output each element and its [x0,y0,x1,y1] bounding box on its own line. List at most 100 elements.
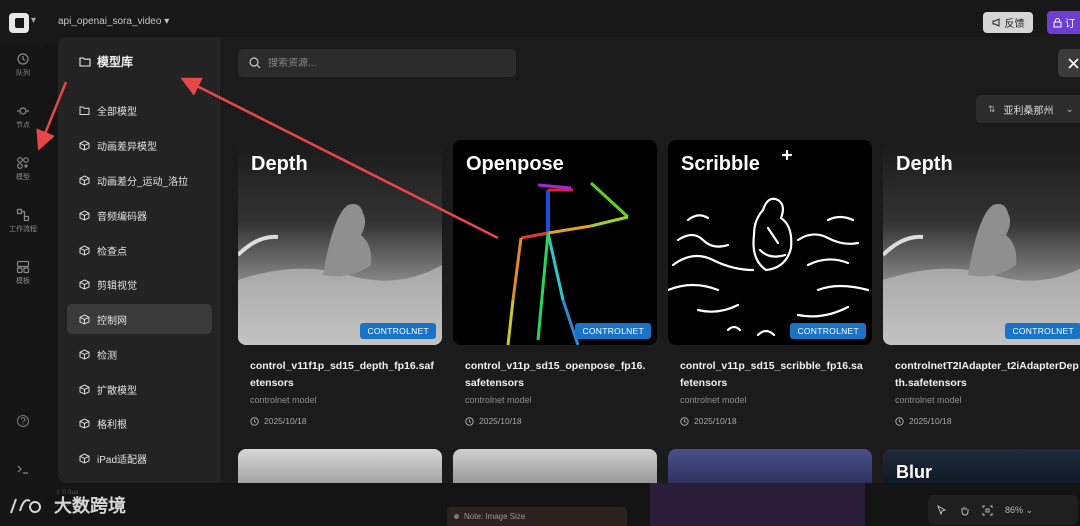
rail-item-workflow[interactable]: 工作流程 [0,208,46,234]
template-icon [16,260,30,274]
type-badge: CONTROLNET [1005,323,1080,339]
clock-icon [465,416,474,426]
search-icon [249,57,261,69]
model-card[interactable]: Blur [883,449,1080,483]
close-button[interactable] [1058,49,1080,77]
app-logo[interactable] [9,13,29,33]
cube-icon [79,278,90,290]
rail-item-templates[interactable]: 模板 [0,260,46,286]
rail-item-models[interactable]: 模型 [0,156,46,182]
chevron-down-icon[interactable]: ▾ [31,15,36,26]
search-input[interactable] [268,57,488,69]
type-badge: CONTROLNET [790,323,866,339]
type-badge: CONTROLNET [575,323,651,339]
cube-icon [79,452,90,464]
model-card[interactable]: Depth CONTROLNET control_v11f1p_sd15_dep… [238,140,442,426]
feedback-button[interactable]: 反馈 [983,12,1033,33]
clock-icon [895,416,904,426]
folder-icon [79,57,91,67]
watermark: 大数跨境 [8,492,126,518]
cube-icon [79,348,90,360]
note-node[interactable]: Note: Image Size [447,507,627,526]
category-detection[interactable]: 检测 [67,339,212,369]
workflow-tab[interactable]: api_openai_sora_video ▾ [58,16,169,27]
category-all-models[interactable]: 全部模型 [67,95,212,125]
watermark-logo-icon [10,498,42,514]
model-date: 2025/10/18 [250,416,307,426]
model-thumbnail: Depth CONTROLNET [238,140,442,345]
pointer-icon[interactable] [936,504,947,516]
model-filename: control_v11p_sd15_openpose_fp16.safetens… [465,360,646,389]
help-button[interactable] [0,414,46,428]
sort-dropdown[interactable]: ⇅ 亚利桑那州 ⌄ [976,95,1080,123]
category-animatediff-motion-lora[interactable]: 动画差分_运动_洛拉 [67,165,212,195]
hand-icon[interactable] [959,505,970,516]
model-card[interactable]: Scribble CONTROLNET control_v11p_sd15_sc… [668,140,872,426]
category-clip-vision[interactable]: 剪辑视觉 [67,269,212,299]
cube-icon [79,244,90,256]
category-animatediff-models[interactable]: 动画差异模型 [67,130,212,160]
workflow-icon [16,208,30,222]
thumbnail-title: Openpose [466,153,564,175]
model-type: controlnet model [465,395,532,405]
cube-icon [79,139,90,151]
cube-icon [79,417,90,429]
category-ipadapter[interactable]: iPad适配器 [67,443,212,473]
thumbnail-title: Depth [896,153,953,175]
model-card[interactable]: Depth CONTROLNET controlnetT2IAdapter_t2… [883,140,1080,426]
rail-item-queue[interactable]: 队列 [0,52,46,78]
category-audio-encoders[interactable]: 音频编码器 [67,200,212,230]
terminal-button[interactable] [0,462,46,476]
clock-icon [680,416,689,426]
clock-icon [250,416,259,426]
category-controlnet[interactable]: 控制网 [67,304,212,334]
model-type: controlnet model [895,395,962,405]
folder-icon [79,106,90,115]
model-filename: control_v11p_sd15_scribble_fp16.safetens… [680,360,863,389]
search-box[interactable] [238,49,516,77]
sort-icon: ⇅ [988,103,996,114]
model-thumbnail: Openpose CONTROLNET [453,140,657,345]
model-type: controlnet model [680,395,747,405]
model-card[interactable] [238,449,442,483]
model-library-dialog: 模型库 全部模型 动画差异模型 动画差分_运动_洛拉 音频编码器 检查点 剪辑视… [58,37,1080,483]
model-thumbnail: Depth CONTROLNET [883,140,1080,345]
close-icon [1067,57,1079,69]
chevron-down-icon: ⌄ [1065,103,1074,115]
category-sidebar: 模型库 全部模型 动画差异模型 动画差分_运动_洛拉 音频编码器 检查点 剪辑视… [58,37,220,483]
model-filename: controlnetT2IAdapter_t2iAdapterDepth.saf… [895,360,1079,389]
model-type: controlnet model [250,395,317,405]
model-card[interactable] [668,449,872,483]
model-card[interactable]: Openpose CONTROLNET control_v11p_sd15_op… [453,140,657,426]
category-checkpoints[interactable]: 检查点 [67,235,212,265]
rail-item-nodes[interactable]: 节点 [0,104,46,130]
model-date: 2025/10/18 [680,416,737,426]
cube-icon [79,174,90,186]
cube-icon [79,313,90,325]
model-date: 2025/10/18 [465,416,522,426]
thumbnail-title: Scribble [681,153,760,175]
left-rail: 队列 节点 模型 工作流程 模板 [0,44,46,526]
subscribe-button[interactable]: 订 [1047,11,1080,34]
thumbnail-title: Depth [251,153,308,175]
lock-icon [1053,17,1062,27]
zoom-level[interactable]: 86% ⌄ [1005,505,1033,516]
model-filename: control_v11f1p_sd15_depth_fp16.safetenso… [250,360,434,389]
megaphone-icon [992,18,999,27]
fit-view-icon[interactable] [982,505,993,516]
help-icon [16,414,30,428]
thumbnail-title: Blur [896,462,932,482]
dot-icon [454,514,459,519]
model-card[interactable] [453,449,657,483]
category-diffusion-models[interactable]: 扩散模型 [67,374,212,404]
cube-icon [79,383,90,395]
model-thumbnail: Scribble CONTROLNET [668,140,872,345]
category-gligen[interactable]: 格利根 [67,408,212,438]
model-date: 2025/10/18 [895,416,952,426]
model-icon [17,157,29,169]
type-badge: CONTROLNET [360,323,436,339]
node-icon [17,107,29,115]
canvas-node[interactable] [650,483,865,526]
dialog-title: 模型库 [79,53,133,70]
canvas-toolbar: 86% ⌄ [928,495,1078,525]
